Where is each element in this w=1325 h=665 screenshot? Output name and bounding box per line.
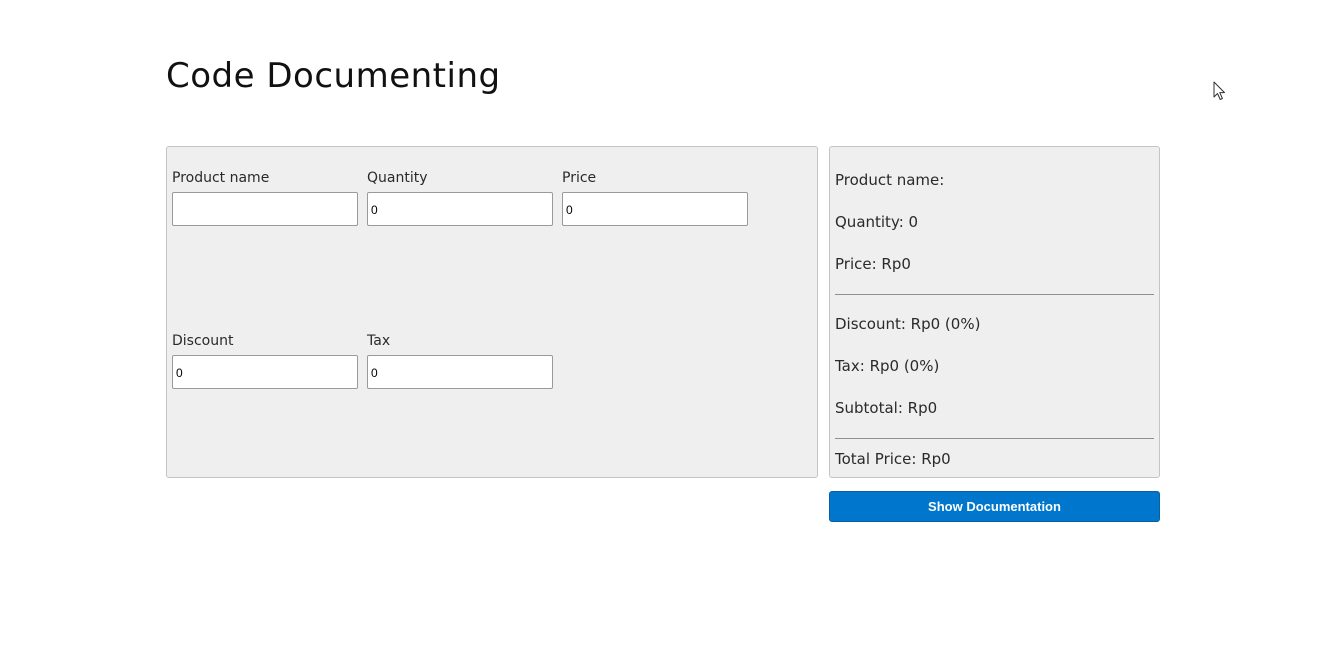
page: Code Documenting Product name Quantity P… bbox=[0, 0, 1325, 665]
summary-tax: Tax: Rp0 (0%) bbox=[835, 357, 940, 375]
tax-input[interactable] bbox=[367, 355, 553, 389]
tax-label: Tax bbox=[367, 333, 391, 349]
summary-discount: Discount: Rp0 (0%) bbox=[835, 315, 981, 333]
quantity-input[interactable] bbox=[367, 192, 553, 226]
summary-product-name: Product name: bbox=[835, 171, 945, 189]
summary-total-price: Total Price: Rp0 bbox=[835, 450, 951, 468]
summary-price: Price: Rp0 bbox=[835, 255, 911, 273]
discount-field: Discount bbox=[172, 333, 358, 389]
summary-panel: Product name: Quantity: 0 Price: Rp0 Dis… bbox=[829, 146, 1160, 478]
quantity-label: Quantity bbox=[367, 170, 428, 186]
product-name-field: Product name bbox=[172, 170, 358, 226]
summary-divider bbox=[835, 294, 1154, 295]
summary-subtotal: Subtotal: Rp0 bbox=[835, 399, 938, 417]
price-field: Price bbox=[562, 170, 748, 226]
mouse-pointer-icon bbox=[1213, 81, 1225, 100]
input-form-panel: Product name Quantity Price Discount Tax bbox=[166, 146, 818, 478]
tax-field: Tax bbox=[367, 333, 553, 389]
product-name-input[interactable] bbox=[172, 192, 358, 226]
price-label: Price bbox=[562, 170, 597, 186]
price-input[interactable] bbox=[562, 192, 748, 226]
show-documentation-button[interactable]: Show Documentation bbox=[829, 491, 1160, 522]
product-name-label: Product name bbox=[172, 170, 270, 186]
quantity-field: Quantity bbox=[367, 170, 553, 226]
discount-input[interactable] bbox=[172, 355, 358, 389]
page-title: Code Documenting bbox=[166, 56, 501, 96]
summary-total-divider bbox=[835, 438, 1154, 439]
summary-quantity: Quantity: 0 bbox=[835, 213, 919, 231]
discount-label: Discount bbox=[172, 333, 234, 349]
